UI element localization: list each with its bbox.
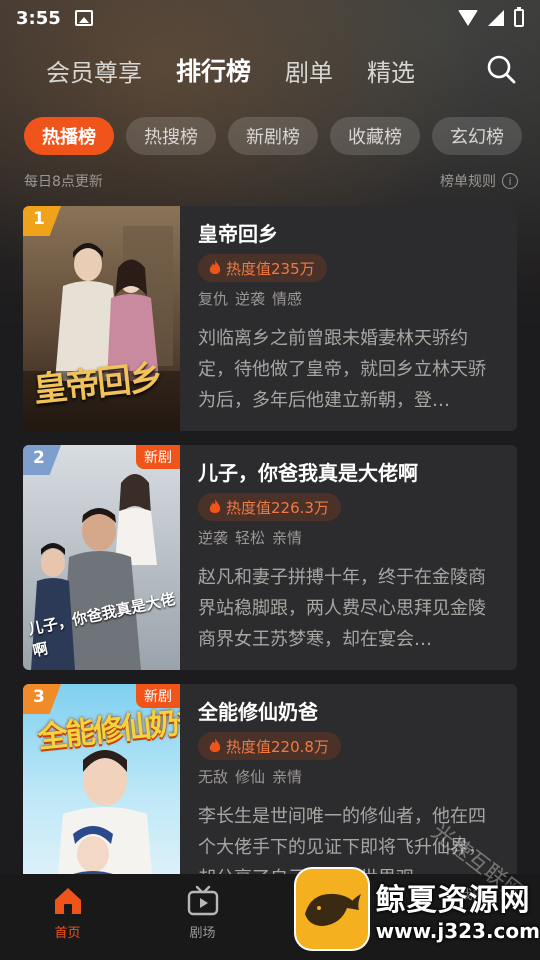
tag: 轻松	[235, 529, 266, 547]
card-info: 皇帝回乡 热度值235万 复仇 逆袭 情感 刘临离乡之前曾跟未婚妻林天骄约定，待他做…	[180, 206, 517, 431]
chip-fantasy[interactable]: 玄幻榜	[432, 117, 522, 155]
rules-label: 榜单规则	[440, 174, 496, 190]
tag: 亲情	[272, 768, 303, 786]
heat-value: 热度值235万	[226, 259, 315, 278]
heat-value: 热度值220.8万	[226, 737, 329, 756]
drama-title: 皇帝回乡	[198, 222, 278, 246]
tv-play-icon	[187, 885, 218, 916]
watermark-name: 鲸夏资源网	[375, 883, 531, 918]
tab-vip[interactable]: 会员尊享	[46, 53, 142, 88]
tag: 逆袭	[198, 529, 229, 547]
tag: 复仇	[198, 290, 229, 308]
tag: 修仙	[235, 768, 266, 786]
tag: 情感	[272, 290, 303, 308]
info-icon: i	[502, 173, 518, 189]
tab-ranking[interactable]: 排行榜	[176, 52, 251, 88]
ranking-card[interactable]: 儿子，你爸我真是大佬啊 2 新剧 儿子，你爸我真是大佬啊 热度值226.3万 逆…	[23, 445, 517, 670]
poster-image: 儿子，你爸我真是大佬啊 2 新剧	[23, 445, 180, 670]
status-time: 3:55	[16, 7, 61, 29]
heat-badge: 热度值235万	[198, 254, 327, 282]
search-icon[interactable]	[486, 54, 516, 84]
bottom-nav-label: 剧场	[189, 926, 216, 941]
watermark: 鲸夏资源网 www.j323.com	[296, 858, 540, 960]
heat-value: 热度值226.3万	[226, 498, 329, 517]
chip-favorites[interactable]: 收藏榜	[330, 117, 420, 155]
top-nav: 会员尊享 排行榜 剧单 精选	[0, 46, 540, 94]
status-bar: 3:55	[0, 0, 540, 36]
list-subheader: 每日8点更新 榜单规则 i	[24, 170, 518, 192]
heat-badge: 热度值220.8万	[198, 732, 341, 760]
home-icon	[54, 888, 81, 914]
ranking-list: 皇帝回乡 1 皇帝回乡 热度值235万 复仇 逆袭 情感 刘临离乡之前曾跟未婚妻林天…	[23, 206, 517, 923]
whale-logo-icon	[296, 869, 368, 949]
ranking-chips: 热播榜 热搜榜 新剧榜 收藏榜 玄幻榜	[24, 117, 540, 157]
tag-list: 无敌 修仙 亲情	[198, 766, 499, 787]
flame-icon	[209, 499, 221, 513]
rules-link[interactable]: 榜单规则 i	[440, 171, 518, 191]
battery-icon	[514, 7, 524, 27]
tag-list: 逆袭 轻松 亲情	[198, 527, 499, 548]
heat-badge: 热度值226.3万	[198, 493, 341, 521]
new-drama-badge: 新剧	[136, 445, 180, 469]
drama-description: 赵凡和妻子拼搏十年，终于在金陵商界站稳脚跟，两人费尽心思拜见金陵商界女王苏梦寒，…	[198, 567, 486, 650]
tab-playlist[interactable]: 剧单	[285, 53, 333, 88]
ranking-card[interactable]: 皇帝回乡 1 皇帝回乡 热度值235万 复仇 逆袭 情感 刘临离乡之前曾跟未婚妻林天…	[23, 206, 517, 431]
chip-hot-search[interactable]: 热搜榜	[126, 117, 216, 155]
update-note: 每日8点更新	[24, 174, 103, 190]
drama-title: 儿子，你爸我真是大佬啊	[198, 461, 418, 485]
tag: 逆袭	[235, 290, 266, 308]
chip-new-drama[interactable]: 新剧榜	[228, 117, 318, 155]
watermark-url: www.j323.com	[375, 919, 540, 943]
tab-featured[interactable]: 精选	[367, 53, 415, 88]
drama-description: 刘临离乡之前曾跟未婚妻林天骄约定，待他做了皇帝，就回乡立林天骄为后，多年后他建立…	[198, 328, 486, 411]
flame-icon	[209, 738, 221, 752]
bottom-nav-label: 首页	[54, 926, 81, 941]
wifi-icon	[458, 10, 478, 26]
tag: 无敌	[198, 768, 229, 786]
signal-icon	[488, 10, 504, 26]
tag: 亲情	[272, 529, 303, 547]
flame-icon	[209, 260, 221, 274]
new-drama-badge: 新剧	[136, 684, 180, 708]
gallery-notification-icon	[74, 10, 93, 26]
bottom-nav-home[interactable]: 首页	[0, 874, 135, 960]
poster-image: 皇帝回乡 1	[23, 206, 180, 431]
drama-title: 全能修仙奶爸	[198, 700, 318, 724]
card-info: 儿子，你爸我真是大佬啊 热度值226.3万 逆袭 轻松 亲情 赵凡和妻子拼搏十年，终…	[180, 445, 517, 670]
chip-hot-play[interactable]: 热播榜	[24, 117, 114, 155]
tag-list: 复仇 逆袭 情感	[198, 288, 499, 309]
bottom-nav-theater[interactable]: 剧场	[135, 874, 270, 960]
